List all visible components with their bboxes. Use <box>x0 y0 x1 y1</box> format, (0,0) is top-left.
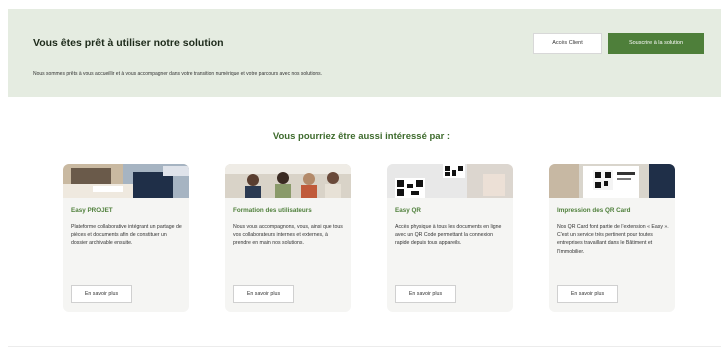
card-image <box>63 164 189 198</box>
card-title: Easy PROJET <box>71 207 113 214</box>
card-title: Impression des QR Card <box>557 207 631 214</box>
subscribe-button[interactable]: Souscrire à la solution <box>608 33 704 54</box>
card-description: Accès physique à tous les documents en l… <box>395 224 502 247</box>
card-easy-qr: Easy QR Accès physique à tous les docume… <box>387 164 513 312</box>
card-description: Nous vous accompagnons, vous, ainsi que … <box>233 224 343 247</box>
card-image <box>549 164 675 198</box>
footer-divider <box>8 346 721 347</box>
banner-title: Vous êtes prêt à utiliser notre solution <box>33 37 224 49</box>
card-image <box>387 164 513 198</box>
card-qr-card-printing: Impression des QR Card Nos QR Card font … <box>549 164 675 312</box>
learn-more-button[interactable]: En savoir plus <box>233 285 294 303</box>
learn-more-button[interactable]: En savoir plus <box>395 285 456 303</box>
related-section-title: Vous pourriez être aussi intéressé par : <box>272 131 451 142</box>
card-easy-projet: Easy PROJET Plateforme collaborative int… <box>63 164 189 312</box>
card-formation: Formation des utilisateurs Nous vous acc… <box>225 164 351 312</box>
card-description: Plateforme collaborative intégrant un pa… <box>71 224 182 247</box>
learn-more-button[interactable]: En savoir plus <box>557 285 618 303</box>
card-image <box>225 164 351 198</box>
card-title: Easy QR <box>395 207 421 214</box>
client-access-button[interactable]: Accès Client <box>533 33 602 54</box>
card-title: Formation des utilisateurs <box>233 207 312 214</box>
card-description: Nos QR Card font partie de l'extension «… <box>557 224 669 255</box>
learn-more-button[interactable]: En savoir plus <box>71 285 132 303</box>
banner-text: Nous sommes prêts à vous accueillir et à… <box>33 71 323 77</box>
